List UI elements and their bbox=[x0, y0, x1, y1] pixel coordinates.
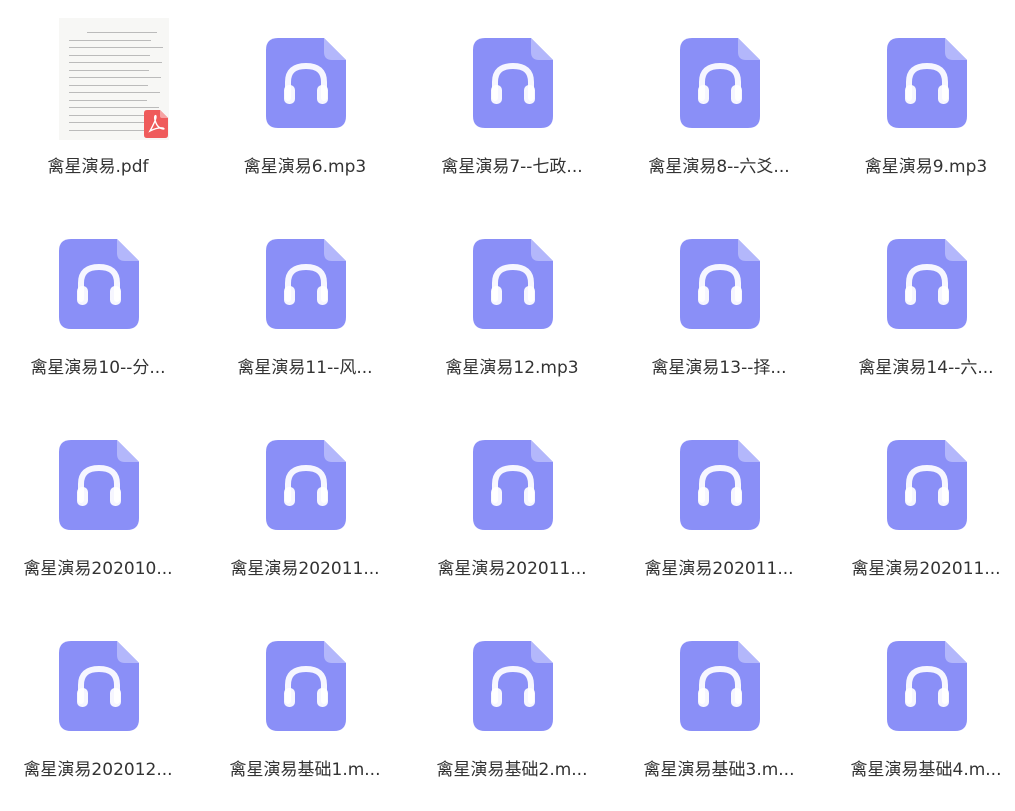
handwriting-line bbox=[69, 62, 162, 63]
file-tile-audio[interactable]: 禽星演易7--七政... bbox=[427, 38, 597, 208]
file-name-label: 禽星演易13--择... bbox=[651, 358, 787, 378]
file-tile-audio[interactable]: 禽星演易202011... bbox=[220, 440, 390, 610]
file-name-label: 禽星演易.pdf bbox=[47, 157, 149, 177]
handwriting-line bbox=[87, 32, 157, 33]
file-tile-pdf[interactable]: 禽星演易.pdf bbox=[13, 18, 183, 188]
file-tile-audio[interactable]: 禽星演易13--择... bbox=[634, 239, 804, 409]
handwriting-line bbox=[69, 54, 150, 56]
file-tile-audio[interactable]: 禽星演易基础1.m... bbox=[220, 641, 390, 811]
file-tile-audio[interactable]: 禽星演易11--风... bbox=[220, 239, 390, 409]
file-name-label: 禽星演易基础4.m... bbox=[850, 760, 1002, 780]
headphones-icon bbox=[680, 38, 760, 128]
headphones-icon bbox=[473, 440, 553, 530]
file-name-label: 禽星演易基础3.m... bbox=[643, 760, 795, 780]
headphones-icon bbox=[887, 641, 967, 731]
handwriting-line bbox=[69, 69, 149, 71]
file-name-label: 禽星演易202010... bbox=[23, 559, 173, 579]
file-tile-audio[interactable]: 禽星演易8--六爻... bbox=[634, 38, 804, 208]
headphones-icon bbox=[59, 440, 139, 530]
headphones-icon bbox=[266, 38, 346, 128]
handwriting-line bbox=[69, 99, 147, 101]
file-name-label: 禽星演易基础2.m... bbox=[436, 760, 588, 780]
headphones-icon bbox=[266, 641, 346, 731]
headphones-icon bbox=[887, 38, 967, 128]
headphones-icon bbox=[266, 440, 346, 530]
headphones-icon bbox=[473, 641, 553, 731]
headphones-icon bbox=[473, 239, 553, 329]
file-name-label: 禽星演易202012... bbox=[23, 760, 173, 780]
headphones-icon bbox=[887, 239, 967, 329]
file-tile-audio[interactable]: 禽星演易14--六... bbox=[841, 239, 1011, 409]
headphones-icon bbox=[473, 38, 553, 128]
file-name-label: 禽星演易12.mp3 bbox=[445, 358, 579, 378]
headphones-icon bbox=[59, 239, 139, 329]
file-name-label: 禽星演易6.mp3 bbox=[243, 157, 367, 177]
file-grid: 禽星演易.pdf 禽星演易6.mp3 禽星演易7--七政... 禽星演易8--六… bbox=[0, 0, 1015, 794]
headphones-icon bbox=[887, 440, 967, 530]
pdf-document-icon bbox=[144, 110, 168, 138]
file-tile-audio[interactable]: 禽星演易10--分... bbox=[13, 239, 183, 409]
file-tile-audio[interactable]: 禽星演易202012... bbox=[13, 641, 183, 811]
handwriting-line bbox=[69, 77, 161, 78]
handwriting-line bbox=[69, 39, 151, 41]
file-tile-audio[interactable]: 禽星演易202011... bbox=[427, 440, 597, 610]
handwriting-line bbox=[69, 107, 159, 108]
headphones-icon bbox=[266, 239, 346, 329]
file-name-label: 禽星演易14--六... bbox=[858, 358, 994, 378]
file-name-label: 禽星演易8--六爻... bbox=[648, 157, 790, 177]
file-tile-audio[interactable]: 禽星演易9.mp3 bbox=[841, 38, 1011, 208]
file-tile-audio[interactable]: 禽星演易202011... bbox=[841, 440, 1011, 610]
file-tile-audio[interactable]: 禽星演易6.mp3 bbox=[220, 38, 390, 208]
file-name-label: 禽星演易202011... bbox=[851, 559, 1001, 579]
file-name-label: 禽星演易10--分... bbox=[30, 358, 166, 378]
file-name-label: 禽星演易7--七政... bbox=[441, 157, 583, 177]
handwriting-line bbox=[69, 84, 148, 86]
headphones-icon bbox=[680, 440, 760, 530]
file-tile-audio[interactable]: 禽星演易202011... bbox=[634, 440, 804, 610]
handwriting-line bbox=[69, 129, 145, 131]
file-name-label: 禽星演易基础1.m... bbox=[229, 760, 381, 780]
handwriting-line bbox=[69, 47, 163, 48]
handwriting-line bbox=[69, 92, 160, 93]
headphones-icon bbox=[680, 239, 760, 329]
file-tile-audio[interactable]: 禽星演易基础2.m... bbox=[427, 641, 597, 811]
headphones-icon bbox=[59, 641, 139, 731]
file-name-label: 禽星演易11--风... bbox=[237, 358, 373, 378]
handwriting-line bbox=[69, 114, 146, 116]
file-name-label: 禽星演易202011... bbox=[437, 559, 587, 579]
file-name-label: 禽星演易202011... bbox=[230, 559, 380, 579]
headphones-icon bbox=[680, 641, 760, 731]
file-tile-audio[interactable]: 禽星演易基础4.m... bbox=[841, 641, 1011, 811]
file-name-label: 禽星演易202011... bbox=[644, 559, 794, 579]
file-tile-audio[interactable]: 禽星演易基础3.m... bbox=[634, 641, 804, 811]
file-tile-audio[interactable]: 禽星演易202010... bbox=[13, 440, 183, 610]
file-tile-audio[interactable]: 禽星演易12.mp3 bbox=[427, 239, 597, 409]
file-name-label: 禽星演易9.mp3 bbox=[864, 157, 988, 177]
